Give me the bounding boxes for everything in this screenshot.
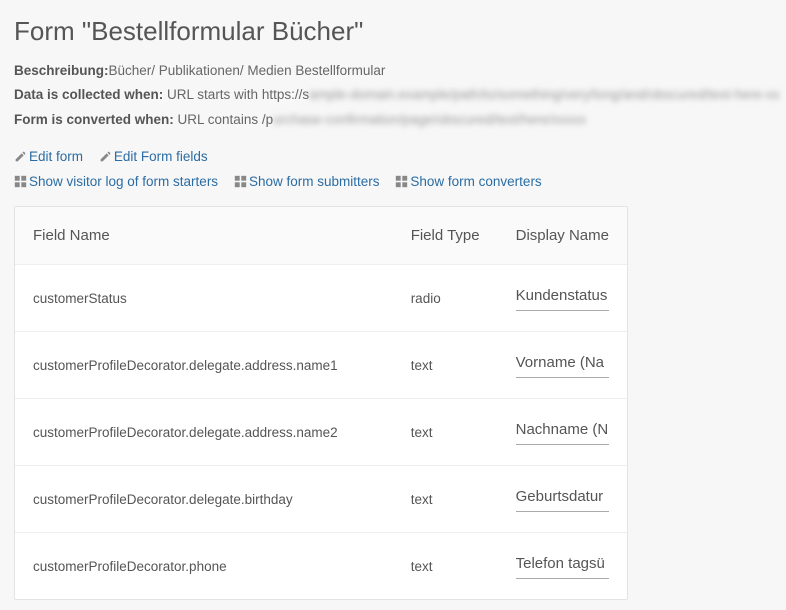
meta-converted-prefix: URL contains /p (174, 112, 273, 127)
meta-description: Beschreibung:Bücher/ Publikationen/ Medi… (14, 61, 772, 81)
grid-icon (234, 175, 247, 188)
meta-collected: Data is collected when: URL starts with … (14, 85, 772, 105)
cell-field-type: text (393, 533, 498, 600)
cell-display-name[interactable]: Telefon tagsü (498, 533, 627, 600)
meta-converted-blurred: urchase-confirmation/page/obscured/text/… (273, 112, 586, 127)
cell-field-name: customerProfileDecorator.delegate.birthd… (15, 466, 393, 533)
cell-field-type: radio (393, 265, 498, 332)
cell-field-name: customerProfileDecorator.phone (15, 533, 393, 600)
cell-field-name: customerProfileDecorator.delegate.addres… (15, 399, 393, 466)
fields-table-container: Field Name Field Type Display Name custo… (14, 206, 628, 600)
show-converters-label: Show form converters (410, 174, 541, 189)
display-name-input[interactable]: Telefon tagsü (516, 553, 609, 579)
table-row: customerProfileDecorator.delegate.addres… (15, 399, 627, 466)
table-row: customerProfileDecorator.delegate.birthd… (15, 466, 627, 533)
col-header-display-name: Display Name (498, 207, 627, 265)
grid-icon (395, 175, 408, 188)
edit-icon (14, 150, 27, 163)
edit-form-fields-link[interactable]: Edit Form fields (99, 145, 208, 169)
page-title: Form "Bestellformular Bücher" (14, 16, 772, 47)
action-links-row: Edit form Edit Form fields Show visitor … (14, 144, 772, 195)
cell-field-name: customerProfileDecorator.delegate.addres… (15, 332, 393, 399)
meta-description-label: Beschreibung: (14, 63, 109, 78)
display-name-input[interactable]: Geburtsdatur (516, 486, 609, 512)
meta-collected-blurred: ample-domain.example/path/to/something/v… (309, 87, 780, 102)
table-header-row: Field Name Field Type Display Name (15, 207, 627, 265)
show-submitters-label: Show form submitters (249, 174, 380, 189)
edit-form-fields-label: Edit Form fields (114, 149, 208, 164)
show-starters-link[interactable]: Show visitor log of form starters (14, 170, 218, 194)
cell-field-type: text (393, 399, 498, 466)
display-name-input[interactable]: Nachname (N (516, 419, 609, 445)
table-row: customerProfileDecorator.phone text Tele… (15, 533, 627, 600)
cell-field-type: text (393, 466, 498, 533)
display-name-input[interactable]: Kundenstatus (516, 285, 609, 311)
grid-icon (14, 175, 27, 188)
edit-form-label: Edit form (29, 149, 83, 164)
show-converters-link[interactable]: Show form converters (395, 170, 541, 194)
col-header-field-name: Field Name (15, 207, 393, 265)
meta-converted-label: Form is converted when: (14, 112, 174, 127)
col-header-field-type: Field Type (393, 207, 498, 265)
show-starters-label: Show visitor log of form starters (29, 174, 218, 189)
cell-display-name[interactable]: Kundenstatus (498, 265, 627, 332)
cell-display-name[interactable]: Nachname (N (498, 399, 627, 466)
cell-field-name: customerStatus (15, 265, 393, 332)
edit-form-link[interactable]: Edit form (14, 145, 83, 169)
fields-table: Field Name Field Type Display Name custo… (15, 207, 627, 599)
cell-display-name[interactable]: Geburtsdatur (498, 466, 627, 533)
cell-field-type: text (393, 332, 498, 399)
meta-collected-prefix: URL starts with https://s (163, 87, 309, 102)
table-row: customerProfileDecorator.delegate.addres… (15, 332, 627, 399)
cell-display-name[interactable]: Vorname (Na (498, 332, 627, 399)
meta-collected-label: Data is collected when: (14, 87, 163, 102)
table-row: customerStatus radio Kundenstatus (15, 265, 627, 332)
meta-description-value: Bücher/ Publikationen/ Medien Bestellfor… (109, 63, 386, 78)
display-name-input[interactable]: Vorname (Na (516, 352, 609, 378)
edit-icon (99, 150, 112, 163)
meta-converted: Form is converted when: URL contains /pu… (14, 110, 772, 130)
show-submitters-link[interactable]: Show form submitters (234, 170, 380, 194)
